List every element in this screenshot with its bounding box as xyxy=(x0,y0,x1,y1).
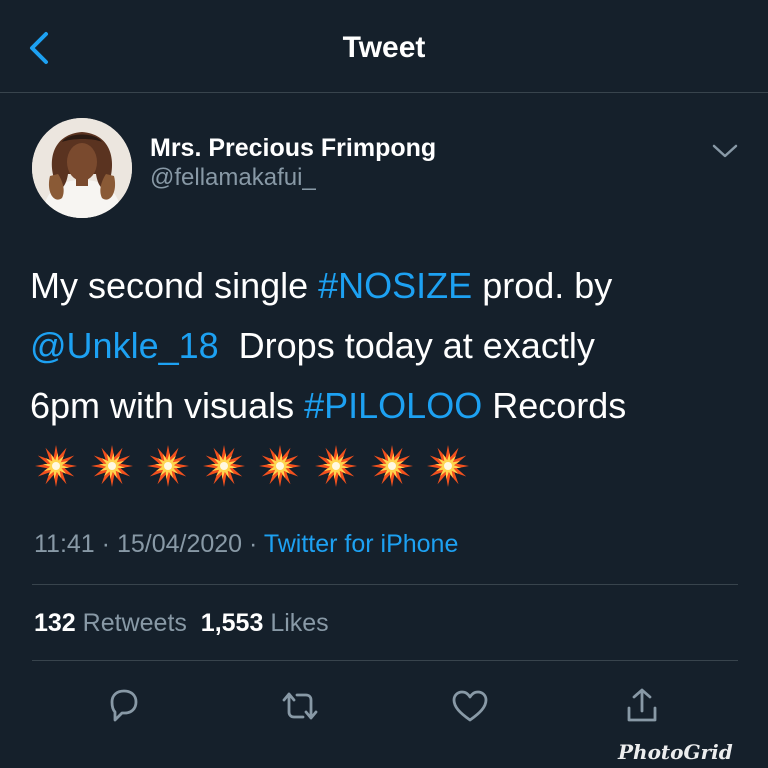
collision-emoji xyxy=(259,445,301,487)
top-bar: Tweet xyxy=(0,0,768,93)
tweet-detail-screen: Tweet Mrs. Precious Frimpong @fellamakaf… xyxy=(0,0,768,768)
hashtag-piloloo-link[interactable]: #PILOLOO xyxy=(304,385,482,426)
author-handle[interactable]: @fellamakafui_ xyxy=(150,162,316,194)
collision-emoji-row xyxy=(34,444,470,492)
tweet-time: 11:41 xyxy=(34,530,95,558)
meta-separator: · xyxy=(242,530,264,558)
likes-stat[interactable]: 1,553 Likes xyxy=(201,609,329,637)
meta-separator: · xyxy=(94,530,117,558)
tweet-line: @Unkle_18 Drops today at exactly xyxy=(30,316,740,376)
tweet-text-segment: 6pm with visuals xyxy=(30,385,305,426)
share-button[interactable] xyxy=(618,682,666,730)
collision-emoji xyxy=(427,445,469,487)
share-icon xyxy=(627,688,657,722)
tweet-text-segment: Records xyxy=(482,385,627,426)
divider xyxy=(32,660,738,661)
tweet-stats: 132 Retweets 1,553 Likes xyxy=(34,606,329,640)
author-display-name[interactable]: Mrs. Precious Frimpong xyxy=(150,132,436,164)
retweet-button[interactable] xyxy=(276,682,324,730)
likes-label: Likes xyxy=(270,609,329,637)
photogrid-watermark: PhotoGrid xyxy=(618,740,733,764)
collision-emoji xyxy=(91,445,133,487)
tweet-source-link[interactable]: Twitter for iPhone xyxy=(264,530,459,558)
tweet-options-button[interactable] xyxy=(710,140,740,162)
collision-emoji xyxy=(35,445,77,487)
hashtag-nosize-link[interactable]: #NOSIZE xyxy=(318,265,472,306)
retweet-icon xyxy=(282,692,318,720)
profile-photo xyxy=(32,118,132,218)
collision-emoji xyxy=(147,445,189,487)
chevron-down-icon xyxy=(712,144,738,158)
reply-button[interactable] xyxy=(100,682,148,730)
collision-emoji xyxy=(203,445,245,487)
tweet-text-segment: Drops today at exactly xyxy=(218,325,595,366)
retweets-label: Retweets xyxy=(82,609,187,637)
tweet-text-segment: prod. by xyxy=(472,265,613,306)
tweet-date: 15/04/2020 xyxy=(116,530,243,558)
retweets-count: 132 xyxy=(34,609,76,637)
heart-icon xyxy=(452,690,488,722)
tweet-meta: 11:41 · 15/04/2020 · Twitter for iPhone xyxy=(34,527,458,561)
collision-emoji xyxy=(315,445,357,487)
tweet-text-segment: My second single xyxy=(30,265,319,306)
avatar[interactable] xyxy=(32,118,132,218)
mention-unkle-link[interactable]: @Unkle_18 xyxy=(30,325,219,366)
retweets-stat[interactable]: 132 Retweets xyxy=(34,609,187,637)
tweet-line: 6pm with visuals #PILOLOO Records xyxy=(30,376,740,436)
divider xyxy=(32,584,738,585)
tweet-line: My second single #NOSIZE prod. by xyxy=(30,256,740,316)
collision-emoji xyxy=(371,445,413,487)
like-button[interactable] xyxy=(446,682,494,730)
page-title: Tweet xyxy=(342,31,426,64)
reply-icon xyxy=(110,689,138,722)
tweet-body: My second single #NOSIZE prod. by @Unkle… xyxy=(30,256,740,436)
likes-count: 1,553 xyxy=(200,609,264,637)
